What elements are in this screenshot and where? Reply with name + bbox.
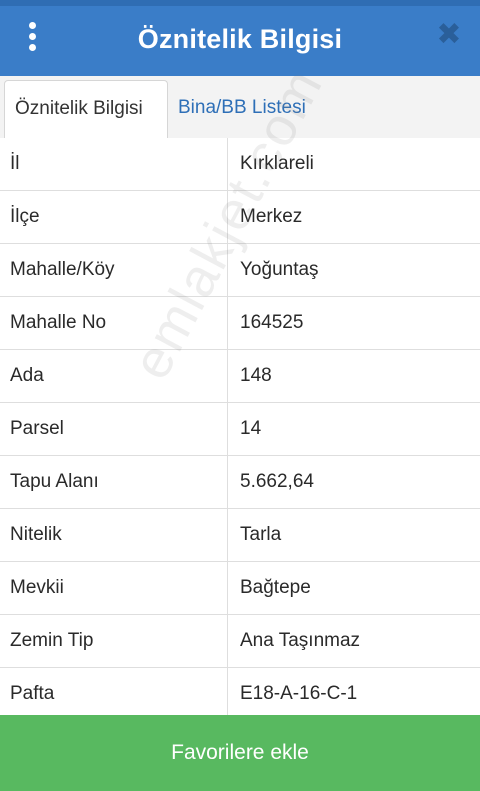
table-row: Pafta E18-A-16-C-1 (0, 668, 480, 721)
row-key: Mahalle/Köy (0, 244, 228, 296)
row-key: Parsel (0, 403, 228, 455)
row-value: E18-A-16-C-1 (240, 683, 358, 704)
row-key: Ada (0, 350, 228, 402)
row-key: Nitelik (0, 509, 228, 561)
row-value: 5.662,64 (240, 471, 314, 492)
row-value: Yoğuntaş (240, 259, 319, 280)
row-value: Tarla (240, 524, 282, 545)
row-key: Mahalle No (0, 297, 228, 349)
page-title: Öznitelik Bilgisi (137, 24, 343, 54)
table-row: İlçe Merkez (0, 191, 480, 244)
table-row: Tapu Alanı 5.662,64 (0, 456, 480, 509)
tab-bar: Öznitelik Bilgisi Bina/BB Listesi (0, 76, 480, 139)
table-row: İl Kırklareli (0, 138, 480, 191)
header-bar: Öznitelik Bilgisi ✖ (0, 0, 480, 76)
close-icon[interactable]: ✖ (436, 20, 462, 50)
table-row: Mahalle No 164525 (0, 297, 480, 350)
row-value: Merkez (240, 206, 303, 227)
row-key: Pafta (0, 668, 228, 720)
row-value: Kırklareli (240, 153, 314, 174)
row-value: Bağtepe (240, 577, 311, 598)
table-row: Mahalle/Köy Yoğuntaş (0, 244, 480, 297)
row-value: Ana Taşınmaz (240, 630, 361, 651)
row-key: Mevkii (0, 562, 228, 614)
table-row: Mevkii Bağtepe (0, 562, 480, 615)
table-row: Zemin Tip Ana Taşınmaz (0, 615, 480, 668)
add-to-favorites-button[interactable]: Favorilere ekle (0, 715, 480, 791)
row-key: Zemin Tip (0, 615, 228, 667)
tab-attribute-info[interactable]: Öznitelik Bilgisi (4, 80, 168, 139)
row-key: İl (0, 138, 228, 190)
status-strip (0, 0, 480, 6)
row-value: 148 (240, 365, 272, 386)
row-value: 14 (240, 418, 262, 439)
attribute-table: İl Kırklareli İlçe Merkez Mahalle/Köy Yo… (0, 138, 480, 721)
row-value: 164525 (240, 312, 304, 333)
row-key: Tapu Alanı (0, 456, 228, 508)
table-row: Ada 148 (0, 350, 480, 403)
table-row: Parsel 14 (0, 403, 480, 456)
table-row: Nitelik Tarla (0, 509, 480, 562)
tab-building-list[interactable]: Bina/BB Listesi (168, 80, 316, 138)
row-key: İlçe (0, 191, 228, 243)
